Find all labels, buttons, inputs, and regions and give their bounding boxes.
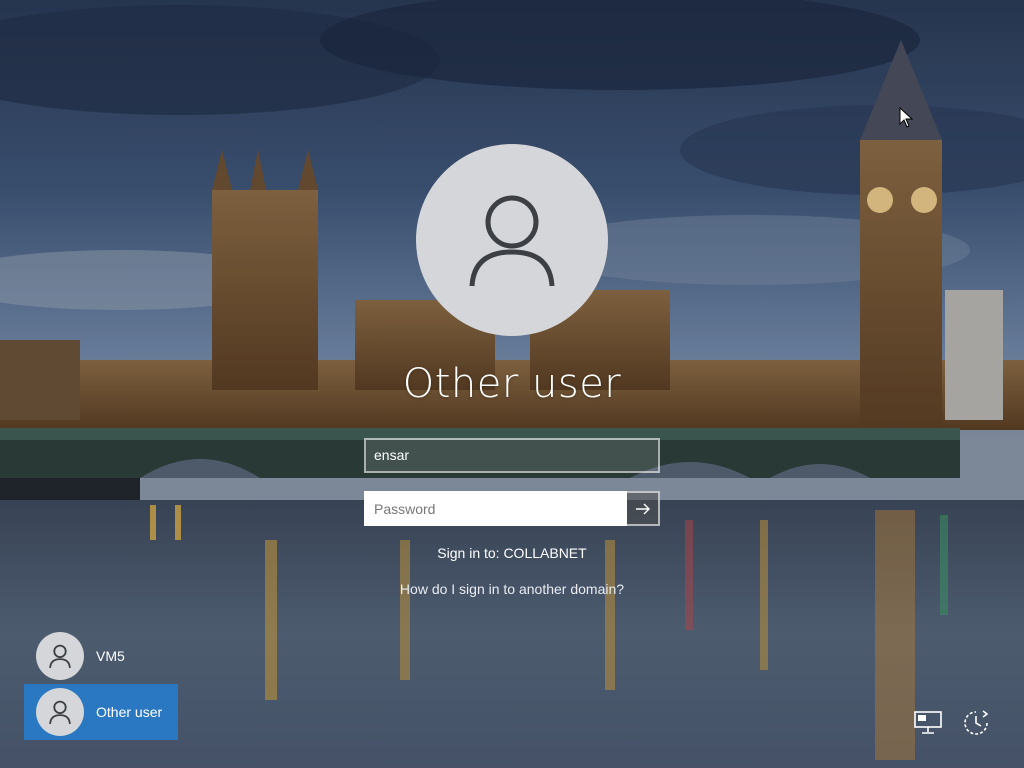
user-tile-other-user[interactable]: Other user [24, 684, 178, 740]
user-tile-label: Other user [96, 704, 163, 720]
password-row [364, 491, 660, 526]
arrow-right-icon [635, 503, 650, 514]
user-title: Other user [402, 361, 622, 407]
mouse-cursor-icon [899, 107, 914, 128]
person-icon [469, 195, 555, 287]
person-icon [49, 700, 71, 725]
ease-of-access-button[interactable] [956, 703, 996, 743]
user-tile-vm5[interactable]: VM5 [24, 628, 178, 684]
password-input[interactable] [364, 491, 627, 526]
sign-in-domain-label: Sign in to: COLLABNET [437, 545, 587, 561]
person-icon [49, 644, 71, 669]
user-avatar-large [416, 144, 608, 336]
domain-help-link[interactable]: How do I sign in to another domain? [312, 578, 712, 600]
network-button[interactable] [908, 703, 948, 743]
network-icon [914, 711, 942, 734]
user-avatar-small [36, 688, 84, 736]
submit-button[interactable] [627, 491, 660, 526]
ease-of-access-icon [964, 710, 989, 735]
user-tile-label: VM5 [96, 648, 125, 664]
user-avatar-small [36, 632, 84, 680]
username-field[interactable]: ensar [364, 438, 660, 473]
